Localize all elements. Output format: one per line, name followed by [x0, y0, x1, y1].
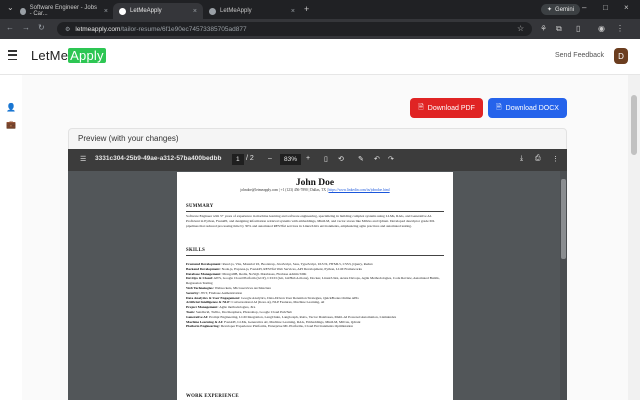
tab-title: Software Engineer - Jobs - Car...	[29, 5, 98, 17]
briefcase-icon[interactable]: 💼	[6, 120, 16, 130]
hamburger-menu-icon[interactable]	[8, 50, 17, 60]
tab-favicon-icon	[119, 7, 126, 15]
user-avatar[interactable]: D	[614, 48, 628, 64]
work-experience-heading: WORK EXPERIENCE	[186, 394, 239, 399]
pdf-viewer-toolbar: ☰ 3331c304-25b9-49ae-a312-57ba400bedbb 1…	[68, 149, 567, 171]
gemini-spark-icon: ✦	[547, 7, 553, 13]
tab-favicon-icon	[209, 7, 216, 15]
tab-favicon-icon	[20, 7, 26, 15]
zoom-out-icon[interactable]: –	[268, 155, 272, 162]
address-bar[interactable]: ⚙ letmeapply.com/tailor-resume/6f1e90ec7…	[57, 22, 532, 36]
left-rail: 👤 💼	[0, 75, 22, 400]
send-feedback-link[interactable]: Send Feedback	[555, 52, 604, 59]
pdf-file-icon: 🗎	[418, 103, 424, 111]
download-icon[interactable]: ⤓	[520, 155, 523, 163]
skills-heading: SKILLS	[186, 248, 206, 253]
resume-name: John Doe	[295, 178, 335, 188]
page-scrollbar[interactable]	[628, 75, 640, 400]
app-header: LetMe Apply Send Feedback D	[0, 39, 640, 75]
minimize-window-icon[interactable]: –	[582, 3, 586, 12]
download-docx-label: Download DOCX	[505, 104, 559, 112]
pdf-scrollbar[interactable]	[560, 171, 567, 400]
person-icon[interactable]: 👤	[6, 103, 16, 113]
browser-tab-strip: ⌄ Software Engineer - Jobs - Car... × Le…	[0, 0, 640, 19]
more-options-icon[interactable]: ⋮	[552, 155, 559, 163]
tab-title: LetMeApply	[130, 8, 162, 14]
page-total: / 2	[246, 155, 254, 162]
download-docx-button[interactable]: 🗎 Download DOCX	[488, 98, 567, 118]
redo-icon[interactable]: ↷	[388, 155, 394, 163]
docx-file-icon: 🗎	[496, 103, 502, 111]
app-logo[interactable]: LetMe Apply	[31, 48, 106, 63]
resume-page: John Doe johndoe@letmeapply.com | +1 (12…	[177, 172, 453, 400]
browser-toolbar: ← → ↻ ⚙ letmeapply.com/tailor-resume/6f1…	[0, 19, 640, 39]
zoom-in-icon[interactable]: +	[306, 155, 310, 162]
skills-list: Frontend Development: React.js, Vite, Ma…	[186, 262, 444, 329]
annotate-icon[interactable]: ✎	[358, 155, 364, 163]
download-pdf-label: Download PDF	[427, 104, 475, 112]
gemini-label: Gemini	[555, 6, 575, 13]
browser-tab-letmeapply[interactable]: LetMeApply ×	[203, 3, 301, 19]
url-text: letmeapply.com/tailor-resume/6f1e90ec745…	[75, 25, 247, 33]
linkedin-link[interactable]: https://www.linkedin.com/in/johndoe.html	[328, 188, 389, 192]
close-tab-icon[interactable]: ×	[291, 8, 295, 15]
close-tab-icon[interactable]: ×	[193, 8, 197, 15]
pdf-menu-icon[interactable]: ☰	[80, 155, 86, 163]
zoom-level-input[interactable]: 83%	[280, 154, 302, 165]
pdf-file-name: 3331c304-25b9-49ae-a312-57ba400bedbb	[95, 155, 222, 162]
tab-search-icon[interactable]: ⌄	[7, 3, 14, 12]
summary-heading: SUMMARY	[186, 204, 214, 209]
new-tab-icon[interactable]: +	[304, 4, 309, 14]
bookmark-star-icon[interactable]: ☆	[517, 24, 524, 33]
browser-tab-letmeapply-active[interactable]: LetMeApply ×	[113, 3, 203, 19]
preview-title: Preview (with your changes)	[78, 134, 179, 143]
skill-line: Platform Engineering: Developer Experien…	[186, 324, 354, 329]
maximize-window-icon[interactable]: □	[603, 3, 608, 12]
sidepanel-icon[interactable]: ▯	[576, 24, 580, 33]
gemini-button[interactable]: ✦ Gemini	[541, 4, 581, 15]
browser-tab-jobs[interactable]: Software Engineer - Jobs - Car... ×	[14, 3, 114, 19]
section-divider	[186, 255, 444, 256]
reload-icon[interactable]: ↻	[38, 23, 45, 32]
menu-kebab-icon[interactable]: ⋮	[616, 24, 624, 33]
print-icon[interactable]: ⎙	[535, 155, 541, 163]
back-icon[interactable]: ←	[6, 23, 14, 32]
download-pdf-button[interactable]: 🗎 Download PDF	[410, 98, 483, 118]
page-number-input[interactable]: 1	[232, 154, 244, 165]
undo-icon[interactable]: ↶	[374, 155, 380, 163]
rotate-icon[interactable]: ⟲	[338, 155, 344, 163]
tab-title: LetMeApply	[220, 8, 252, 14]
summary-text: Software Engineer with 5+ years of exper…	[186, 214, 435, 228]
resume-contact: johndoe@letmeapply.com | +1 (123) 456-78…	[240, 188, 390, 192]
site-info-icon[interactable]: ⚙	[65, 26, 70, 33]
fit-page-icon[interactable]: ▯	[324, 155, 328, 163]
section-divider	[186, 211, 444, 212]
close-window-icon[interactable]: ×	[624, 3, 629, 12]
extension-icon[interactable]: ⚘	[540, 24, 547, 33]
puzzle-icon[interactable]: ⧉	[556, 24, 562, 34]
skill-line: DevOps & Cloud: AWS, Google Cloud Platfo…	[186, 276, 440, 286]
profile-icon[interactable]: ◉	[598, 24, 605, 33]
forward-icon[interactable]: →	[22, 23, 30, 32]
close-tab-icon[interactable]: ×	[104, 8, 108, 15]
